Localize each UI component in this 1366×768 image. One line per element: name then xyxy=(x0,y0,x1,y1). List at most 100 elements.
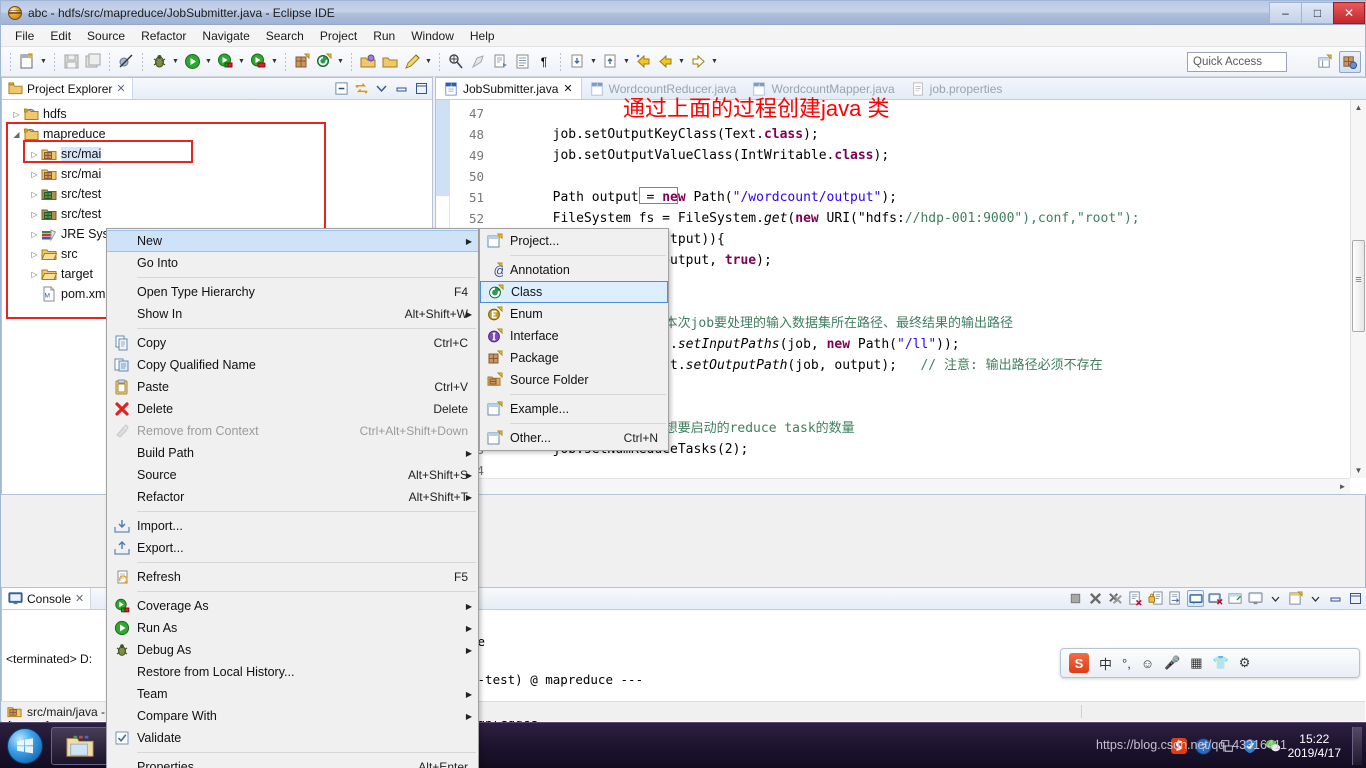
context-menu-item-go-into[interactable]: Go Into xyxy=(107,252,478,274)
debug-dropdown-icon[interactable]: ▼ xyxy=(170,51,181,73)
outline-icon[interactable] xyxy=(511,51,533,73)
twisty-collapsed-icon[interactable]: ▷ xyxy=(28,250,41,259)
context-menu-item-copy[interactable]: Copy Ctrl+C xyxy=(107,332,478,354)
ime-skin-icon[interactable]: 👕 xyxy=(1213,655,1229,671)
open-perspective-icon[interactable] xyxy=(1314,51,1336,73)
menu-help[interactable]: Help xyxy=(462,27,503,45)
menu-search[interactable]: Search xyxy=(258,27,312,45)
minimize-console-icon[interactable] xyxy=(1327,590,1344,607)
open-type-icon[interactable] xyxy=(357,51,379,73)
run-last-tool-icon[interactable] xyxy=(247,51,269,73)
menu-edit[interactable]: Edit xyxy=(42,27,79,45)
coverage-dropdown-icon[interactable]: ▼ xyxy=(236,51,247,73)
tab-console[interactable]: Console ✕ xyxy=(2,588,92,609)
display-selected-console-icon[interactable] xyxy=(1247,590,1264,607)
twisty-collapsed-icon[interactable]: ▷ xyxy=(28,230,41,239)
menu-source[interactable]: Source xyxy=(79,27,133,45)
remove-all-launches-icon[interactable] xyxy=(1107,590,1124,607)
tree-item-src-mai[interactable]: ▷ src/mai xyxy=(2,144,432,164)
next-edit-dropdown-icon[interactable]: ▼ xyxy=(621,51,632,73)
tab-jobsubmitter[interactable]: J JobSubmitter.java ✕ xyxy=(436,78,582,99)
search-pen-icon[interactable] xyxy=(401,51,423,73)
back-icon[interactable] xyxy=(654,51,676,73)
menu-window[interactable]: Window xyxy=(403,27,462,45)
context-menu-item-copy-qualified-name[interactable]: Copy Qualified Name xyxy=(107,354,478,376)
tab-project-explorer[interactable]: Project Explorer ✕ xyxy=(2,78,133,99)
word-wrap-icon[interactable] xyxy=(1167,590,1184,607)
menu-navigate[interactable]: Navigate xyxy=(194,27,257,45)
menu-project[interactable]: Project xyxy=(312,27,365,45)
new-class-dropdown-icon[interactable]: ▼ xyxy=(335,51,346,73)
tree-item-src-test[interactable]: ▷ src/test xyxy=(2,204,432,224)
editor-horizontal-scrollbar[interactable]: ◄ ► xyxy=(436,478,1350,494)
new-wizard-dropdown-icon[interactable]: ▼ xyxy=(38,51,49,73)
editor-vertical-scrollbar[interactable]: ▲ ▼ xyxy=(1350,100,1366,478)
tree-item-hdfs[interactable]: ▷! hdfs xyxy=(2,104,432,124)
context-menu-item-restore-from-local-history[interactable]: Restore from Local History... xyxy=(107,661,478,683)
run-dropdown-icon[interactable]: ▼ xyxy=(203,51,214,73)
context-menu-item-team[interactable]: Team ▶ xyxy=(107,683,478,705)
search-dropdown-icon[interactable]: ▼ xyxy=(423,51,434,73)
run-last-dropdown-icon[interactable]: ▼ xyxy=(269,51,280,73)
new-menu-item-example[interactable]: Example... xyxy=(480,398,668,420)
minimize-view-icon[interactable] xyxy=(393,80,410,97)
new-menu-item-interface[interactable]: Interface xyxy=(480,325,668,347)
scroll-up-icon[interactable]: ▲ xyxy=(1351,100,1366,115)
start-button[interactable] xyxy=(3,726,47,766)
context-menu-item-refactor[interactable]: Refactor Alt+Shift+T ▶ xyxy=(107,486,478,508)
new-menu-item-class[interactable]: Class xyxy=(480,281,668,303)
context-menu-item-refresh[interactable]: Refresh F5 xyxy=(107,566,478,588)
show-desktop-button[interactable] xyxy=(1352,727,1362,765)
twisty-collapsed-icon[interactable]: ▷ xyxy=(28,190,41,199)
ime-voice-icon[interactable]: 🎤 xyxy=(1164,655,1180,671)
pilcrow-icon[interactable]: ¶ xyxy=(533,51,555,73)
forward-dropdown-icon[interactable]: ▼ xyxy=(709,51,720,73)
next-annotation-icon[interactable] xyxy=(489,51,511,73)
save-all-icon[interactable] xyxy=(82,51,104,73)
open-console-icon[interactable] xyxy=(1287,590,1304,607)
context-menu-item-open-type-hierarchy[interactable]: Open Type Hierarchy F4 xyxy=(107,281,478,303)
menu-file[interactable]: File xyxy=(7,27,42,45)
twisty-collapsed-icon[interactable]: ▷ xyxy=(28,170,41,179)
context-menu-item-coverage-as[interactable]: Coverage As ▶ xyxy=(107,595,478,617)
close-icon[interactable]: ✕ xyxy=(75,592,84,605)
context-menu-item-debug-as[interactable]: Debug As ▶ xyxy=(107,639,478,661)
twisty-expanded-icon[interactable]: ◢ xyxy=(10,130,23,139)
context-menu-item-source[interactable]: Source Alt+Shift+S ▶ xyxy=(107,464,478,486)
open-console-dropdown-icon[interactable] xyxy=(1307,590,1324,607)
twisty-collapsed-icon[interactable]: ▷ xyxy=(10,110,23,119)
new-package-icon[interactable] xyxy=(291,51,313,73)
new-menu-item-source-folder[interactable]: Source Folder xyxy=(480,369,668,391)
console-dropdown-icon[interactable] xyxy=(1267,590,1284,607)
new-submenu[interactable]: Project...@AnnotationClassEnumInterfaceP… xyxy=(479,228,669,451)
ime-settings-icon[interactable]: ⚙ xyxy=(1239,655,1251,671)
context-menu-item-delete[interactable]: Delete Delete xyxy=(107,398,478,420)
quick-access-input[interactable]: Quick Access xyxy=(1187,52,1287,72)
new-menu-item-other[interactable]: Other... Ctrl+N xyxy=(480,427,668,449)
taskbar-clock[interactable]: 15:22 2019/4/17 xyxy=(1288,732,1341,760)
close-console-icon[interactable] xyxy=(1207,590,1224,607)
context-menu-item-new[interactable]: New ▶ xyxy=(107,230,478,252)
tab-job-properties[interactable]: job.properties xyxy=(903,78,1011,99)
menu-run[interactable]: Run xyxy=(365,27,403,45)
scroll-down-icon[interactable]: ▼ xyxy=(1351,463,1366,478)
back-history-icon[interactable] xyxy=(632,51,654,73)
context-menu-item-export[interactable]: Export... xyxy=(107,537,478,559)
context-menu-item-build-path[interactable]: Build Path ▶ xyxy=(107,442,478,464)
ime-mode-chinese[interactable]: 中 xyxy=(1099,654,1112,673)
context-menu-item-import[interactable]: Import... xyxy=(107,515,478,537)
new-class-icon[interactable] xyxy=(313,51,335,73)
close-icon[interactable]: ✕ xyxy=(563,82,572,95)
minimize-button[interactable]: – xyxy=(1269,2,1301,24)
pin-console-icon[interactable] xyxy=(1227,590,1244,607)
debug-icon[interactable] xyxy=(148,51,170,73)
new-menu-item-project[interactable]: Project... xyxy=(480,230,668,252)
maximize-console-icon[interactable] xyxy=(1347,590,1364,607)
scroll-right-icon[interactable]: ► xyxy=(1335,479,1350,494)
forward-icon[interactable] xyxy=(687,51,709,73)
next-edit-icon[interactable] xyxy=(599,51,621,73)
clear-console-icon[interactable] xyxy=(1127,590,1144,607)
new-menu-item-annotation[interactable]: @Annotation xyxy=(480,259,668,281)
skip-breakpoints-icon[interactable] xyxy=(115,51,137,73)
sogou-ime-bar[interactable]: S 中 °, ☺ 🎤 ▦ 👕 ⚙ xyxy=(1060,648,1360,678)
